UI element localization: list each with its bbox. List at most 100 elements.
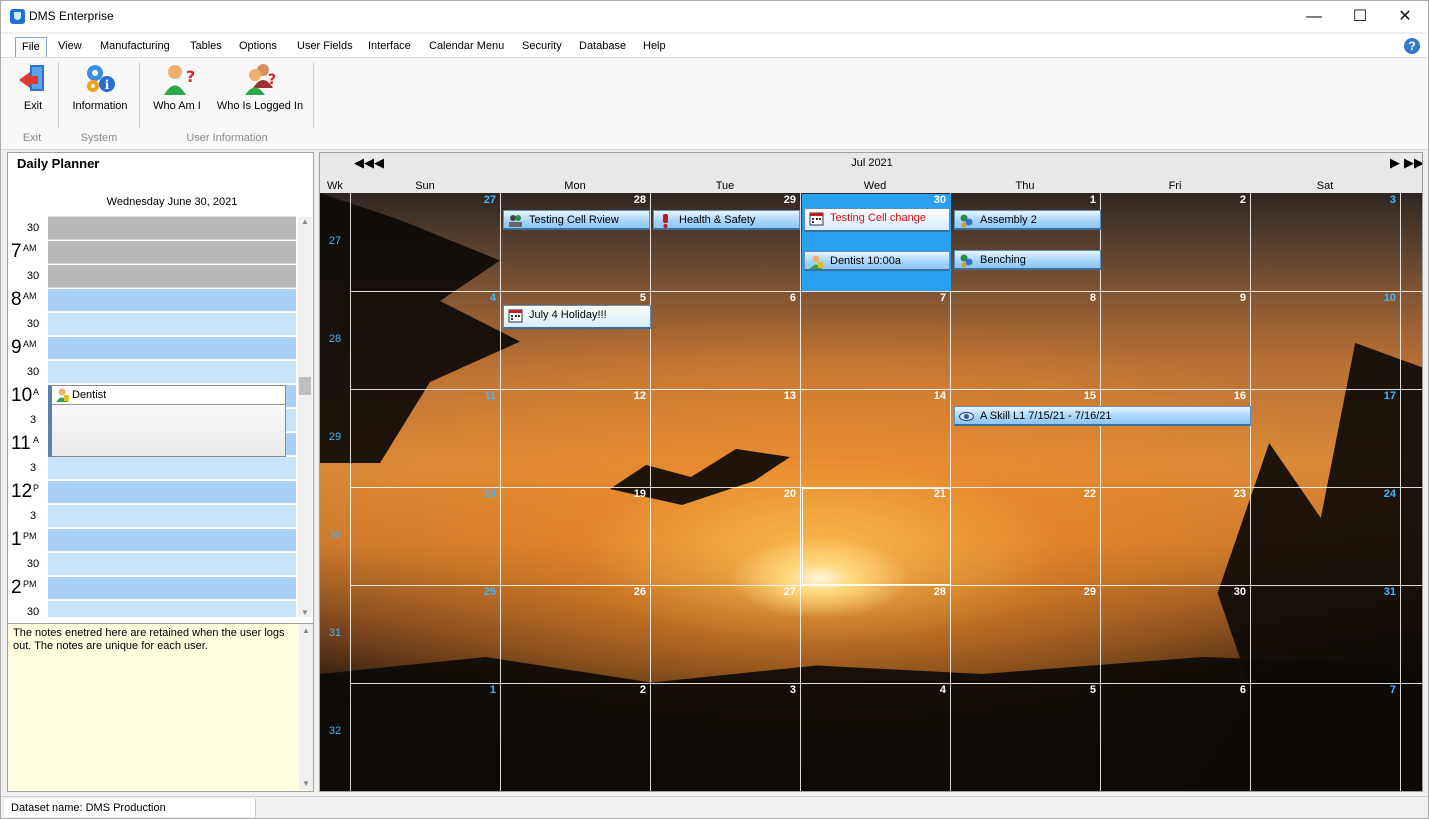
day-number[interactable]: 27 (466, 194, 496, 206)
who-am-i-button[interactable]: ? Who Am I (148, 62, 206, 112)
week-number[interactable]: 28 (320, 333, 350, 345)
time-slot[interactable] (48, 529, 296, 552)
day-number[interactable]: 7 (916, 292, 946, 304)
day-number[interactable]: 30 (1216, 586, 1246, 598)
minimize-button[interactable]: — (1291, 1, 1337, 32)
day-number[interactable]: 28 (616, 194, 646, 206)
day-number[interactable]: 31 (1366, 586, 1396, 598)
time-slot[interactable] (48, 289, 296, 312)
planner-appointment[interactable]: Dentist (48, 385, 286, 457)
day-number[interactable]: 27 (766, 586, 796, 598)
menu-options[interactable]: Options (233, 37, 283, 57)
scroll-up-icon[interactable]: ▲ (298, 217, 312, 226)
scroll-down-icon[interactable]: ▼ (299, 777, 313, 790)
week-number[interactable]: 30 (320, 529, 350, 541)
selected-cell[interactable] (802, 488, 951, 585)
day-number[interactable]: 18 (466, 488, 496, 500)
day-number[interactable]: 1 (466, 684, 496, 696)
day-number[interactable]: 4 (466, 292, 496, 304)
time-slot[interactable] (48, 457, 296, 480)
menu-interface[interactable]: Interface (362, 37, 417, 57)
menu-manufacturing[interactable]: Manufacturing (94, 37, 176, 57)
event-testing-cell-review[interactable]: Testing Cell Rview (503, 210, 650, 230)
day-number[interactable]: 14 (916, 390, 946, 402)
time-slot[interactable] (48, 265, 296, 288)
user-notes[interactable]: The notes enetred here are retained when… (8, 623, 313, 791)
day-number[interactable]: 20 (766, 488, 796, 500)
day-number[interactable]: 19 (616, 488, 646, 500)
day-number[interactable]: 25 (466, 586, 496, 598)
day-number[interactable]: 24 (1366, 488, 1396, 500)
menu-calendar[interactable]: Calendar Menu (423, 37, 510, 57)
event-testing-cell-change[interactable]: Testing Cell change (804, 208, 950, 232)
day-number[interactable]: 5 (616, 292, 646, 304)
event-dentist[interactable]: Dentist 10:00a (804, 251, 950, 271)
day-number[interactable]: 8 (1066, 292, 1096, 304)
day-number[interactable]: 5 (1066, 684, 1096, 696)
day-number[interactable]: 29 (1066, 586, 1096, 598)
scroll-down-icon[interactable]: ▼ (298, 608, 312, 617)
scroll-up-icon[interactable]: ▲ (299, 624, 313, 637)
menu-file[interactable]: File (15, 37, 47, 57)
day-number[interactable]: 6 (766, 292, 796, 304)
day-number[interactable]: 22 (1066, 488, 1096, 500)
time-slot[interactable] (48, 313, 296, 336)
close-button[interactable]: ✕ (1382, 1, 1428, 32)
day-number[interactable]: 4 (916, 684, 946, 696)
menu-database[interactable]: Database (573, 37, 632, 57)
day-number[interactable]: 1 (1066, 194, 1096, 206)
menu-help[interactable]: Help (637, 37, 672, 57)
time-slot[interactable] (48, 553, 296, 576)
time-slot[interactable] (48, 361, 296, 384)
day-number[interactable]: 29 (766, 194, 796, 206)
day-number[interactable]: 9 (1216, 292, 1246, 304)
day-number[interactable]: 2 (616, 684, 646, 696)
day-number[interactable]: 10 (1366, 292, 1396, 304)
day-number[interactable]: 23 (1216, 488, 1246, 500)
day-number[interactable]: 17 (1366, 390, 1396, 402)
day-number[interactable]: 28 (916, 586, 946, 598)
day-number[interactable]: 11 (466, 390, 496, 402)
event-assembly[interactable]: Assembly 2 (954, 210, 1101, 230)
help-icon[interactable]: ? (1404, 38, 1420, 54)
day-number[interactable]: 6 (1216, 684, 1246, 696)
event-health-safety[interactable]: Health & Safety (653, 210, 800, 230)
menu-tables[interactable]: Tables (184, 37, 228, 57)
day-number[interactable]: 7 (1366, 684, 1396, 696)
week-number[interactable]: 27 (320, 235, 350, 247)
time-slot[interactable] (48, 241, 296, 264)
next-year-icon[interactable]: ▶▶ (1404, 155, 1422, 171)
time-slot[interactable] (48, 481, 296, 504)
event-skill-training[interactable]: A Skill L1 7/15/21 - 7/16/21 (954, 406, 1251, 426)
time-slot[interactable] (48, 577, 296, 600)
event-benching[interactable]: Benching (954, 250, 1101, 270)
menu-view[interactable]: View (52, 37, 88, 57)
planner-scrollbar[interactable]: ▲ ▼ (298, 217, 312, 617)
day-number[interactable]: 26 (616, 586, 646, 598)
time-slot[interactable] (48, 337, 296, 360)
day-number[interactable]: 12 (616, 390, 646, 402)
time-slot[interactable] (48, 601, 296, 617)
scroll-thumb[interactable] (299, 377, 311, 395)
day-number[interactable]: 2 (1216, 194, 1246, 206)
notes-scrollbar[interactable]: ▲ ▼ (299, 624, 313, 790)
event-july4-holiday[interactable]: July 4 Holiday!!! (503, 305, 651, 329)
day-number[interactable]: 13 (766, 390, 796, 402)
day-number[interactable]: 21 (916, 488, 946, 500)
time-slot[interactable] (48, 505, 296, 528)
menu-security[interactable]: Security (516, 37, 568, 57)
time-slot[interactable] (48, 217, 296, 240)
day-number[interactable]: 3 (766, 684, 796, 696)
exit-button[interactable]: Exit (13, 62, 53, 112)
day-number[interactable]: 30 (916, 194, 946, 206)
month-calendar[interactable]: ◀◀ ◀ Jul 2021 ▶ ▶▶ Wk Sun Mon Tue Wed Thu Fri… (319, 152, 1423, 792)
next-month-icon[interactable]: ▶ (1390, 155, 1400, 171)
day-number[interactable]: 16 (1216, 390, 1246, 402)
day-number[interactable]: 15 (1066, 390, 1096, 402)
week-number[interactable]: 29 (320, 431, 350, 443)
week-number[interactable]: 31 (320, 627, 350, 639)
week-number[interactable]: 32 (320, 725, 350, 737)
information-button[interactable]: i Information (65, 62, 135, 112)
maximize-button[interactable]: ☐ (1337, 1, 1383, 32)
who-logged-in-button[interactable]: ? Who Is Logged In (211, 62, 309, 112)
